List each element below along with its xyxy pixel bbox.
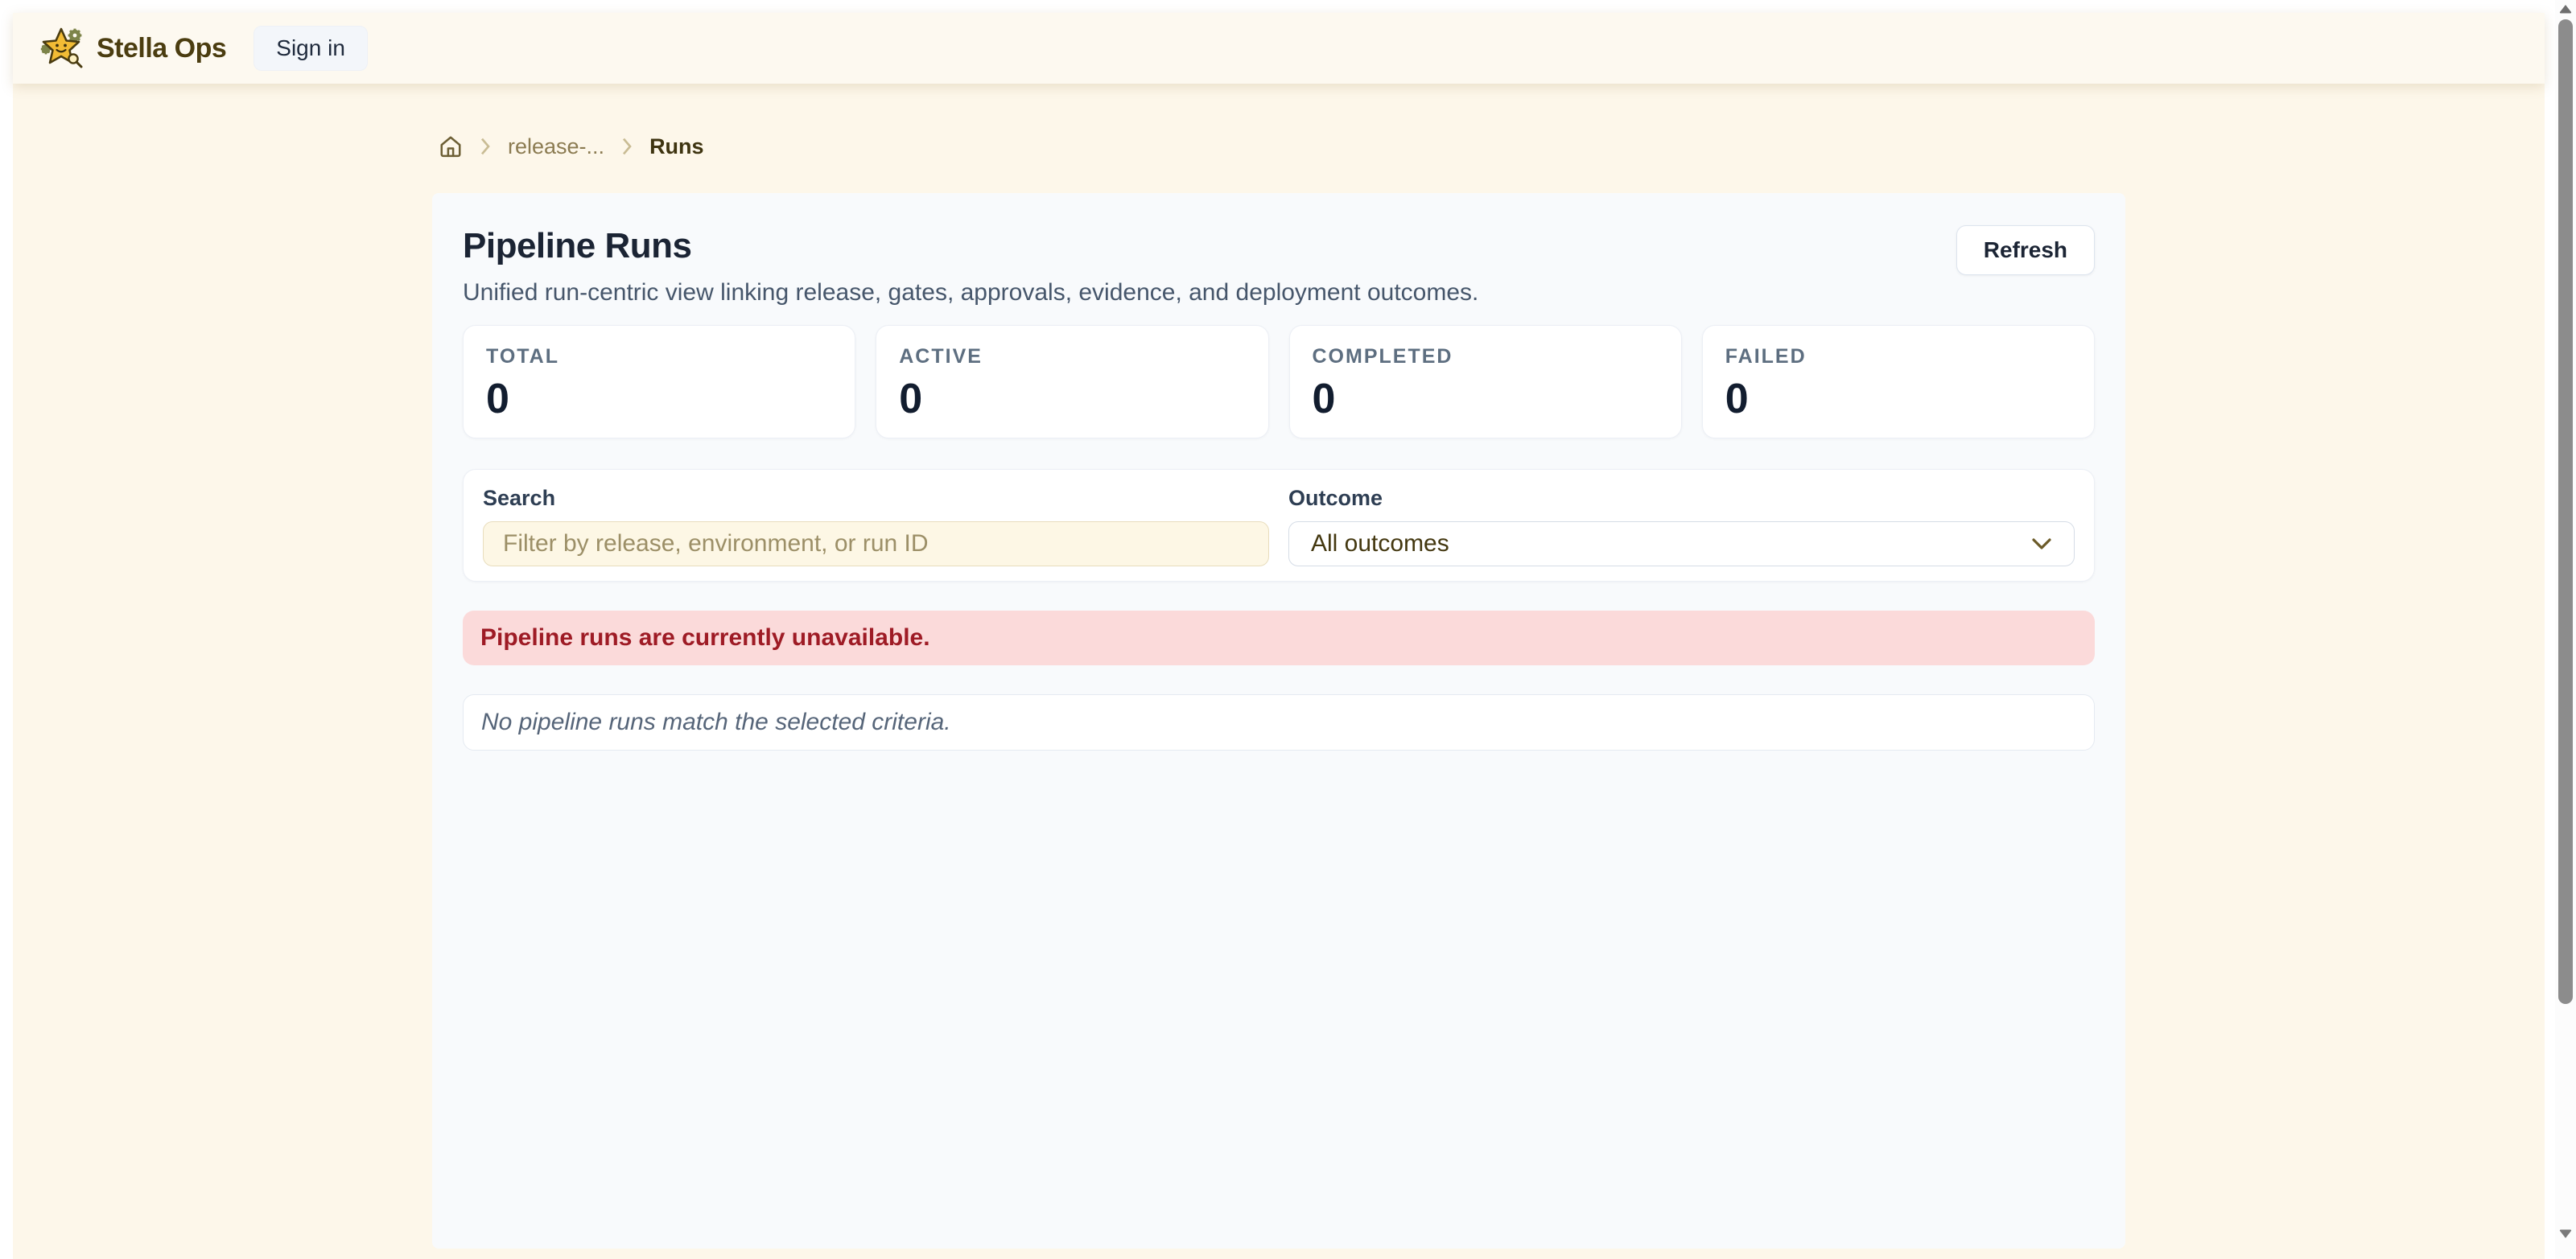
stat-label: FAILED [1725,345,2071,368]
stat-card-total: TOTAL 0 [463,325,855,438]
filters-panel: Search Outcome All outcomes [463,469,2095,582]
scroll-up-arrow[interactable] [2557,2,2574,19]
chevron-right-icon [620,137,634,156]
scrollbar-thumb[interactable] [2558,19,2573,1004]
page-background: Stella Ops Sign in release-... [13,13,2545,1259]
stat-card-completed: COMPLETED 0 [1289,325,1682,438]
stat-value: 0 [1313,378,1659,420]
search-input[interactable] [483,521,1269,566]
panel-header-text: Pipeline Runs Unified run-centric view l… [463,225,1478,307]
stella-ops-logo-icon [40,27,85,70]
page-title: Pipeline Runs [463,225,1478,268]
outcome-label: Outcome [1288,486,2075,511]
breadcrumb-item-release[interactable]: release-... [508,134,604,159]
pipeline-runs-panel: Pipeline Runs Unified run-centric view l… [432,193,2125,1249]
browser-viewport: Stella Ops Sign in release-... [0,0,2576,1259]
chevron-right-icon [478,137,493,156]
content-column: release-... Runs Pipeline Runs Unified r… [432,132,2125,1249]
outcome-selected-value: All outcomes [1311,530,1449,557]
stat-value: 0 [899,378,1245,420]
search-label: Search [483,486,1269,511]
stats-row: TOTAL 0 ACTIVE 0 COMPLETED 0 FAILED 0 [463,325,2095,438]
top-bar: Stella Ops Sign in [13,13,2545,84]
panel-header: Pipeline Runs Unified run-centric view l… [463,225,2095,307]
scrollbar-track[interactable] [2555,0,2576,1259]
page-subtitle: Unified run-centric view linking release… [463,278,1478,308]
home-icon[interactable] [439,134,463,158]
breadcrumb-item-runs: Runs [649,134,704,159]
stat-label: TOTAL [486,345,832,368]
breadcrumb: release-... Runs [432,132,2125,161]
stat-label: ACTIVE [899,345,1245,368]
error-banner: Pipeline runs are currently unavailable. [463,611,2095,665]
outcome-select[interactable]: All outcomes [1288,521,2075,566]
brand-title: Stella Ops [97,33,226,64]
brand-link[interactable]: Stella Ops [40,27,226,70]
chevron-down-icon [2031,537,2052,550]
stat-card-failed: FAILED 0 [1702,325,2095,438]
stat-value: 0 [486,378,832,420]
search-field-group: Search [483,486,1269,566]
outcome-field-group: Outcome All outcomes [1288,486,2075,566]
empty-state-message: No pipeline runs match the selected crit… [463,694,2095,751]
stat-value: 0 [1725,378,2071,420]
refresh-button[interactable]: Refresh [1956,225,2095,275]
stat-card-active: ACTIVE 0 [876,325,1268,438]
scroll-down-arrow[interactable] [2557,1228,2574,1245]
sign-in-button[interactable]: Sign in [253,26,368,71]
stat-label: COMPLETED [1313,345,1659,368]
